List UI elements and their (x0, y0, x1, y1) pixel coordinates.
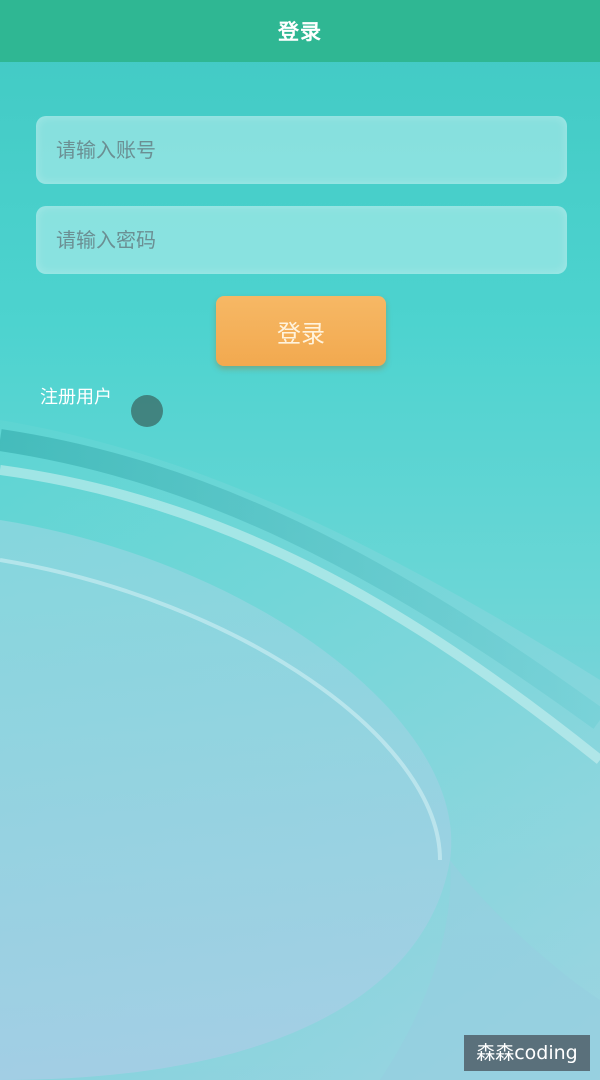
login-screen: 登录 登录 注册用户 森森coding (0, 0, 600, 1080)
password-input[interactable] (36, 206, 567, 274)
top-navbar: 登录 (0, 0, 600, 62)
touch-indicator-icon (131, 395, 163, 427)
login-button[interactable]: 登录 (216, 296, 386, 366)
watermark: 森森coding (464, 1035, 590, 1071)
page-title: 登录 (278, 20, 322, 44)
account-input[interactable] (36, 116, 567, 184)
register-user-link[interactable]: 注册用户 (40, 383, 112, 409)
